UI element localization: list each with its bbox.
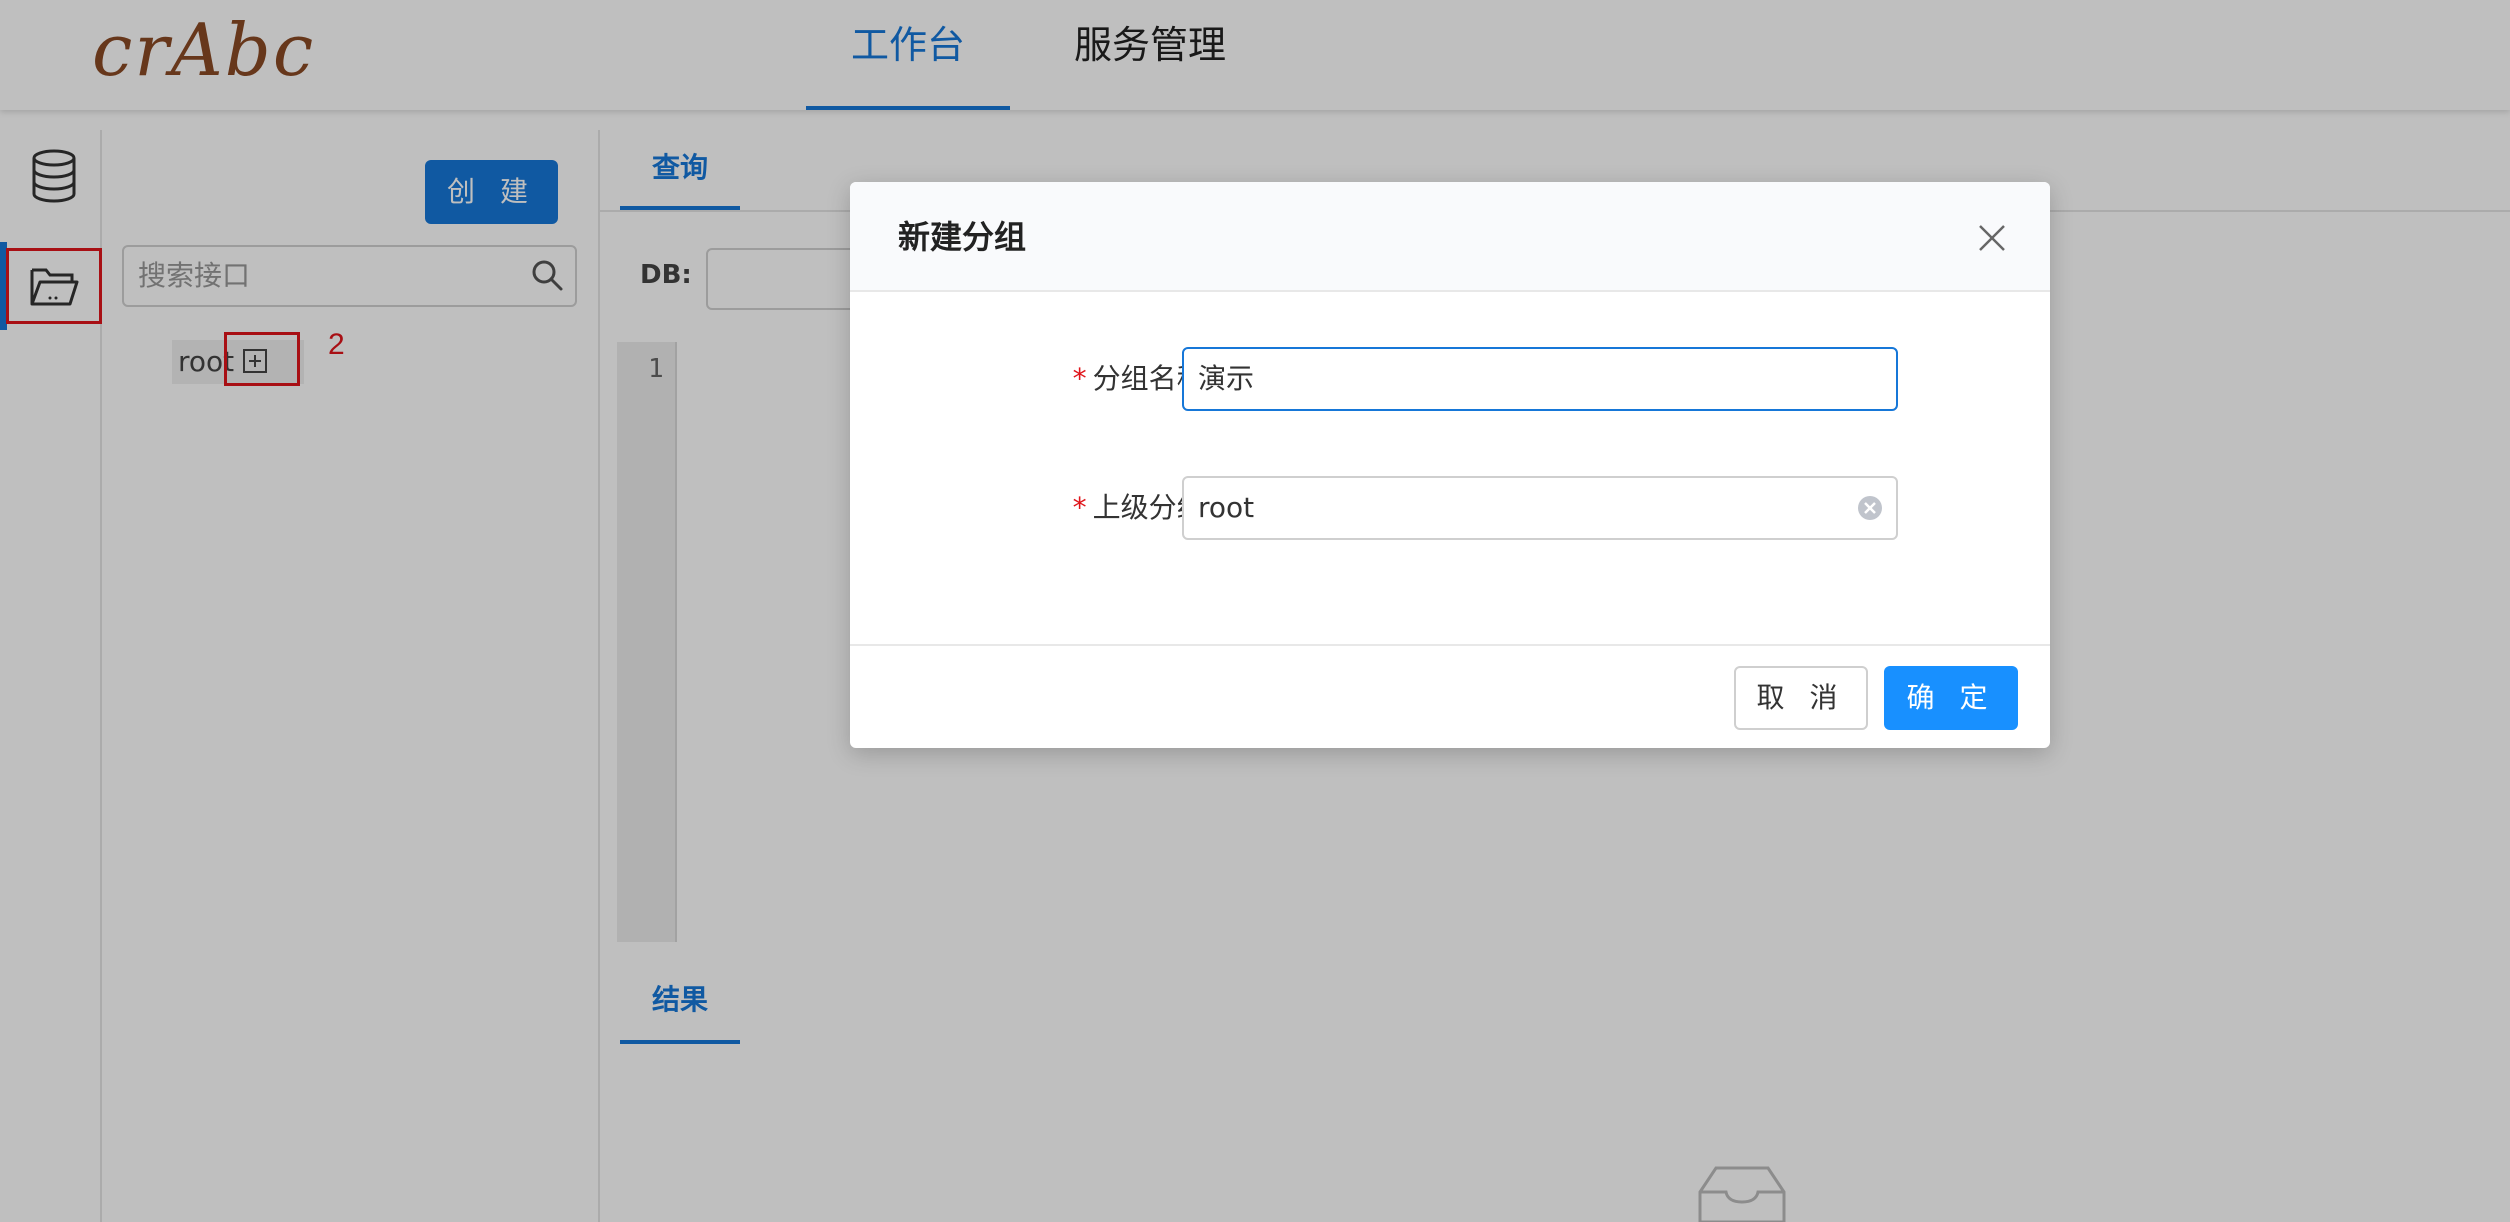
- cancel-button[interactable]: 取 消: [1734, 666, 1868, 730]
- required-mark: *: [1072, 491, 1087, 524]
- parent-group-label: * 上级分组:: [974, 476, 1214, 540]
- required-mark: *: [1072, 362, 1087, 395]
- close-icon[interactable]: [1976, 222, 2008, 254]
- group-name-label: * 分组名称:: [974, 347, 1214, 411]
- parent-group-select[interactable]: root: [1182, 476, 1898, 540]
- group-name-input[interactable]: 演示: [1182, 347, 1898, 411]
- confirm-button[interactable]: 确 定: [1884, 666, 2018, 730]
- dialog-title: 新建分组: [898, 218, 1027, 256]
- new-group-dialog: 新建分组 * 分组名称: 演示 * 上级分组: root 取 消 确 定: [850, 182, 2050, 748]
- clear-icon[interactable]: [1856, 494, 1884, 522]
- dialog-footer: [850, 644, 2050, 748]
- dialog-header: [850, 182, 2050, 292]
